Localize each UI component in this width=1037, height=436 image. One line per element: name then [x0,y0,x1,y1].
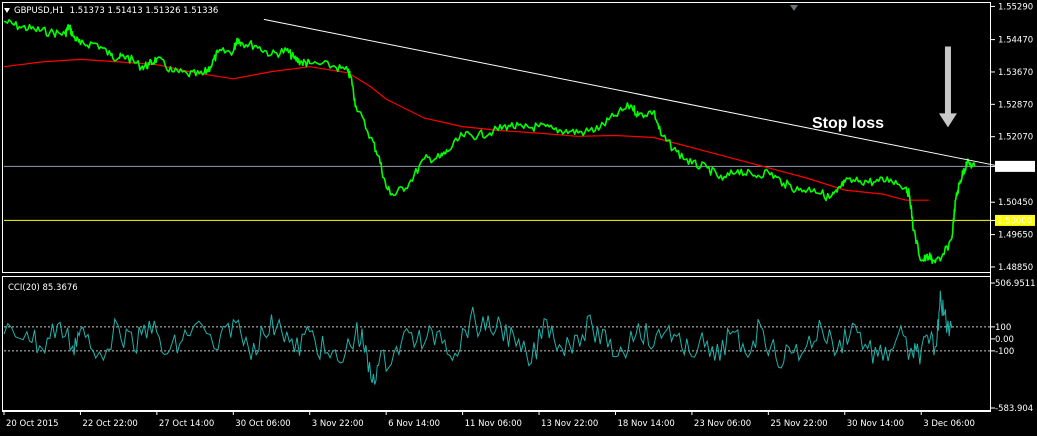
symbol-label: GBPUSD,H1 [14,6,65,16]
cci-y-tick-label: -100 [995,347,1014,357]
y-tick-label: 1.49650 [998,231,1033,241]
moving-average-line [3,58,929,201]
y-tick-label: 1.50000 [997,217,1032,227]
x-tick-label: 11 Nov 06:00 [465,419,522,429]
cci-panel-frame [2,276,991,411]
cci-y-tick-label: -583.904 [995,404,1033,414]
x-tick-label: 3 Dec 06:00 [923,419,975,429]
ohlc-values: 1.51373 1.51413 1.51326 1.51336 [69,6,219,16]
x-tick-label: 18 Nov 14:00 [617,419,674,429]
chart-canvas: 1.55290 1.54470 1.53670 1.52870 1.52070 1.513… [2,2,1036,429]
y-tick-label: 1.54470 [998,36,1033,46]
y-tick-label: 1.50450 [998,198,1033,208]
cci-y-tick-label: 506.9511 [995,279,1036,289]
x-tick-label: 22 Oct 22:00 [82,419,137,429]
price-series-line [3,18,976,265]
y-tick-label: 1.55290 [998,2,1033,12]
arrow-down-icon [938,113,957,128]
x-tick-label: 13 Nov 22:00 [541,419,598,429]
x-tick-label: 3 Nov 22:00 [312,419,364,429]
cci-line [3,290,953,385]
y-tick-label: 1.51336 [997,163,1032,173]
chart-header[interactable]: GBPUSD,H1 1.51373 1.51413 1.51326 1.5133… [4,6,218,16]
x-tick-label: 30 Nov 14:00 [847,419,904,429]
x-tick-label: 27 Oct 14:00 [159,419,214,429]
y-tick-label: 1.52070 [998,133,1033,143]
main-panel-frame [2,2,991,273]
y-tick-label: 1.52870 [998,100,1033,110]
x-tick-label: 23 Nov 06:00 [694,419,751,429]
stop-loss-annotation: Stop loss [812,115,885,132]
marker-triangle-icon [790,5,798,11]
x-tick-label: 25 Nov 22:00 [770,419,827,429]
chart-area[interactable]: 1.55290 1.54470 1.53670 1.52870 1.52070 1.513… [0,0,1037,433]
cci-header: CCI(20) 85.3676 [8,283,78,293]
y-tick-label: 1.53670 [998,68,1033,78]
x-tick-label: 30 Oct 06:00 [235,419,290,429]
chevron-down-icon[interactable] [4,8,10,13]
x-tick-label: 20 Oct 2015 [6,419,59,429]
x-tick-label: 6 Nov 14:00 [388,419,440,429]
cci-y-tick-label: 0.00 [995,335,1014,345]
y-tick-label: 1.48850 [998,263,1033,273]
cci-y-tick-label: 100 [995,323,1011,333]
